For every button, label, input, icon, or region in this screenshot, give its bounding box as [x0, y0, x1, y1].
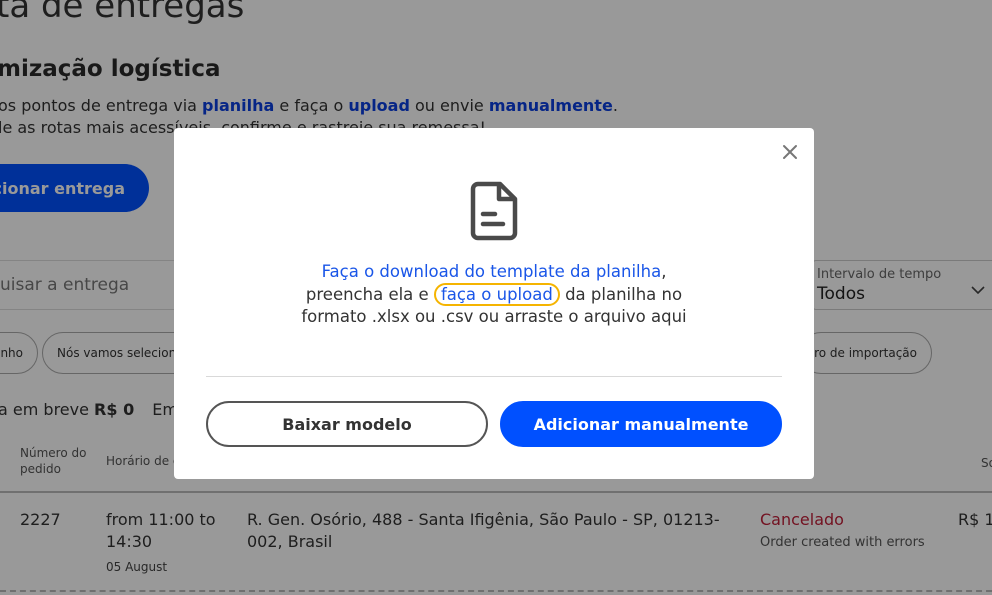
upload-modal: Faça o download do template da planilha,…	[174, 128, 814, 479]
download-template-link[interactable]: Faça o download do template da planilha	[322, 262, 662, 281]
add-manually-button[interactable]: Adicionar manualmente	[500, 401, 782, 447]
file-document-icon	[468, 180, 520, 242]
upload-link[interactable]: faça o upload	[433, 282, 560, 306]
instructions-text: ,	[661, 262, 667, 281]
modal-instructions: Faça o download do template da planilha,…	[294, 261, 694, 329]
instructions-text: preencha ela e	[305, 284, 434, 304]
close-icon[interactable]	[778, 140, 802, 164]
download-template-button[interactable]: Baixar modelo	[206, 401, 488, 447]
modal-divider	[206, 376, 782, 377]
